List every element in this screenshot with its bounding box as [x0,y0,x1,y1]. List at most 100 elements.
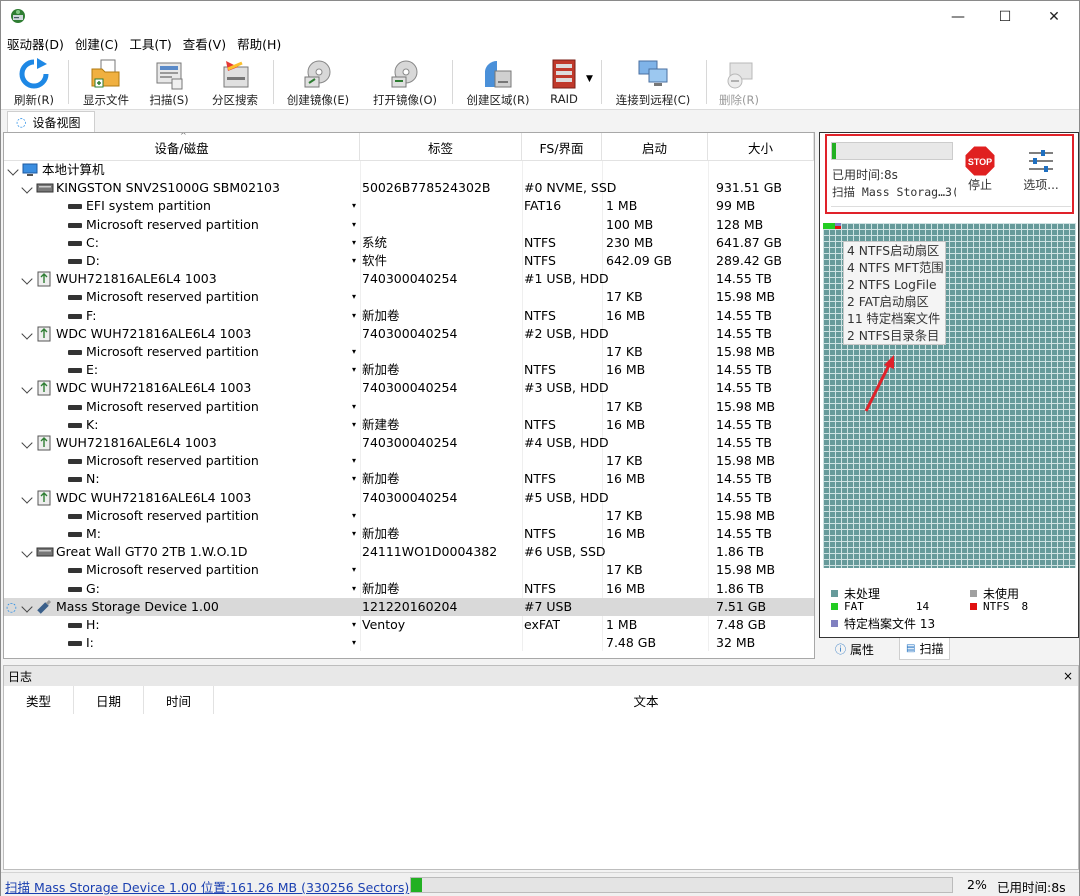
usb-drive-icon [36,325,52,343]
partition-menu-icon[interactable]: ▾ [350,561,358,579]
table-row[interactable]: WUH721816ALE6L4 1003 740300040254 #1 USB, … [4,270,814,288]
table-row[interactable]: WDC WUH721816ALE6L4 1003 740300040254 #5 U… [4,489,814,507]
expand-chevron-icon[interactable] [21,546,33,558]
log-close-icon[interactable]: × [1063,666,1073,686]
partition-menu-icon[interactable]: ▾ [350,580,358,598]
table-row[interactable]: I: ▾ 7.48 GB 32 MB [4,634,814,652]
tab-scan[interactable]: ▤ 扫描 [899,638,951,660]
open-image-button[interactable]: 打开镜像(O) [367,54,443,110]
table-row[interactable]: Microsoft reserved partition ▾ 17 KB 15.98 … [4,507,814,525]
table-row[interactable]: ◌ Mass Storage Device 1.00 121220160204 #7 … [4,597,814,616]
show-files-button[interactable]: 显示文件 [77,54,135,110]
table-row[interactable]: KINGSTON SNV2S1000G SBM02103 50026B778524… [4,179,814,197]
table-row[interactable]: Great Wall GT70 2TB 1.W.O.1D 24111WO1D000… [4,543,814,561]
device-size: 7.48 GB [716,617,767,632]
partition-menu-icon[interactable]: ▾ [350,416,358,434]
table-row[interactable]: WDC WUH721816ALE6L4 1003 740300040254 #3 U… [4,379,814,397]
partition-menu-icon[interactable]: ▾ [350,197,358,215]
expand-chevron-icon[interactable] [21,382,33,395]
table-row[interactable]: Microsoft reserved partition ▾ 17 KB 15.98 … [4,398,814,416]
options-button[interactable]: 选项... [1012,145,1070,195]
partition-menu-icon[interactable]: ▾ [350,525,358,543]
menu-create[interactable]: 创建(C) [75,34,118,53]
create-image-button[interactable]: 创建镜像(E) [281,54,355,110]
refresh-button[interactable]: 刷新(R) [7,54,61,110]
maximize-button[interactable]: ☐ [982,1,1028,32]
partition-menu-icon[interactable]: ▾ [350,634,358,652]
device-fs: #4 USB, HDD [524,435,609,450]
column-header-start[interactable]: 启动 [602,133,708,161]
table-row[interactable]: E: ▾ 新加卷 NTFS 16 MB 14.55 TB [4,361,814,379]
legend-swatch-fat [831,603,838,610]
expand-chevron-icon[interactable] [21,491,33,504]
stop-button[interactable]: STOP 停止 [960,145,1000,195]
menu-view[interactable]: 查看(V) [183,34,226,53]
close-button[interactable]: ✕ [1031,1,1077,32]
table-row[interactable]: Microsoft reserved partition ▾ 100 MB 128 M… [4,216,814,234]
table-row[interactable]: 本地计算机 [4,161,814,179]
log-col-date[interactable]: 日期 [74,686,144,714]
expand-chevron-icon[interactable] [21,328,33,340]
table-row[interactable]: H: ▾ Ventoy exFAT 1 MB 7.48 GB [4,616,814,634]
table-row[interactable]: M: ▾ 新加卷 NTFS 16 MB 14.55 TB [4,525,814,543]
partition-menu-icon[interactable]: ▾ [350,507,358,525]
scan-button[interactable]: 扫描(S) [142,54,196,110]
log-col-text[interactable]: 文本 [214,686,1078,714]
device-fs: #2 USB, HDD [524,325,609,341]
partition-menu-icon[interactable]: ▾ [350,616,358,634]
menu-help[interactable]: 帮助(H) [237,34,281,53]
partition-menu-icon[interactable]: ▾ [350,234,358,252]
expand-chevron-icon[interactable] [21,601,33,613]
device-size: 1.86 TB [716,580,765,596]
partition-search-button[interactable]: 分区搜索 [204,54,266,110]
log-col-type[interactable]: 类型 [4,686,74,714]
partition-menu-icon[interactable]: ▾ [350,252,358,270]
table-row[interactable]: Microsoft reserved partition ▾ 17 KB 15.98 … [4,288,814,306]
table-row[interactable]: EFI system partition ▾ FAT16 1 MB 99 MB [4,197,814,215]
expand-chevron-icon[interactable] [21,437,33,449]
raid-button[interactable]: RAID [544,54,584,110]
tab-properties[interactable]: ⓘ 属性 [829,638,880,660]
table-row[interactable]: F: ▾ 新加卷 NTFS 16 MB 14.55 TB [4,307,814,325]
column-header-size[interactable]: 大小 [708,133,814,161]
expand-chevron-icon[interactable] [7,164,19,176]
raid-dropdown-icon[interactable]: ▼ [586,74,593,84]
menu-drive[interactable]: 驱动器(D) [7,34,64,53]
table-row[interactable]: Microsoft reserved partition ▾ 17 KB 15.98 … [4,452,814,470]
table-row[interactable]: K: ▾ 新建卷 NTFS 16 MB 14.55 TB [4,416,814,434]
table-row[interactable]: G: ▾ 新加卷 NTFS 16 MB 1.86 TB [4,580,814,598]
partition-menu-icon[interactable]: ▾ [350,452,358,470]
minimize-button[interactable]: — [935,1,981,32]
table-row[interactable]: WUH721816ALE6L4 1003 740300040254 #4 USB, … [4,434,814,452]
table-row[interactable]: Microsoft reserved partition ▾ 17 KB 15.98 … [4,561,814,579]
partition-menu-icon[interactable]: ▾ [350,398,358,416]
svg-text:STOP: STOP [968,157,992,167]
expand-chevron-icon[interactable] [21,273,33,285]
red-arrow-annotation [864,355,894,412]
log-col-time[interactable]: 时间 [144,686,214,714]
status-percent: 2% [967,877,987,892]
table-row[interactable]: N: ▾ 新加卷 NTFS 16 MB 14.55 TB [4,470,814,488]
create-region-button[interactable]: 创建区域(R) [460,54,536,110]
delete-button[interactable]: 删除(R) [713,54,765,110]
status-scan-link[interactable]: 扫描 Mass Storage Device 1.00 位置:161.26 MB… [5,877,409,896]
table-row[interactable]: Microsoft reserved partition ▾ 17 KB 15.98 … [4,343,814,361]
partition-menu-icon[interactable]: ▾ [350,361,358,379]
tab-device-view[interactable]: ◌ 设备视图 [7,111,95,132]
table-row[interactable]: D: ▾ 软件 NTFS 642.09 GB 289.42 GB [4,252,814,270]
menu-tools[interactable]: 工具(T) [129,34,171,53]
partition-menu-icon[interactable]: ▾ [350,216,358,234]
partition-menu-icon[interactable]: ▾ [350,343,358,361]
toolbar-separator [706,60,707,104]
partition-menu-icon[interactable]: ▾ [350,288,358,306]
partition-icon [68,295,82,301]
connect-remote-button[interactable]: 连接到远程(C) [609,54,697,110]
expand-chevron-icon[interactable] [21,182,33,194]
table-row[interactable]: C: ▾ 系统 NTFS 230 MB 641.87 GB [4,234,814,252]
map-fat-block [823,223,835,229]
column-header-label[interactable]: 标签 [360,133,522,161]
partition-menu-icon[interactable]: ▾ [350,307,358,325]
column-header-fs[interactable]: FS/界面 [522,133,602,161]
table-row[interactable]: WDC WUH721816ALE6L4 1003 740300040254 #2 U… [4,325,814,343]
partition-menu-icon[interactable]: ▾ [350,470,358,488]
